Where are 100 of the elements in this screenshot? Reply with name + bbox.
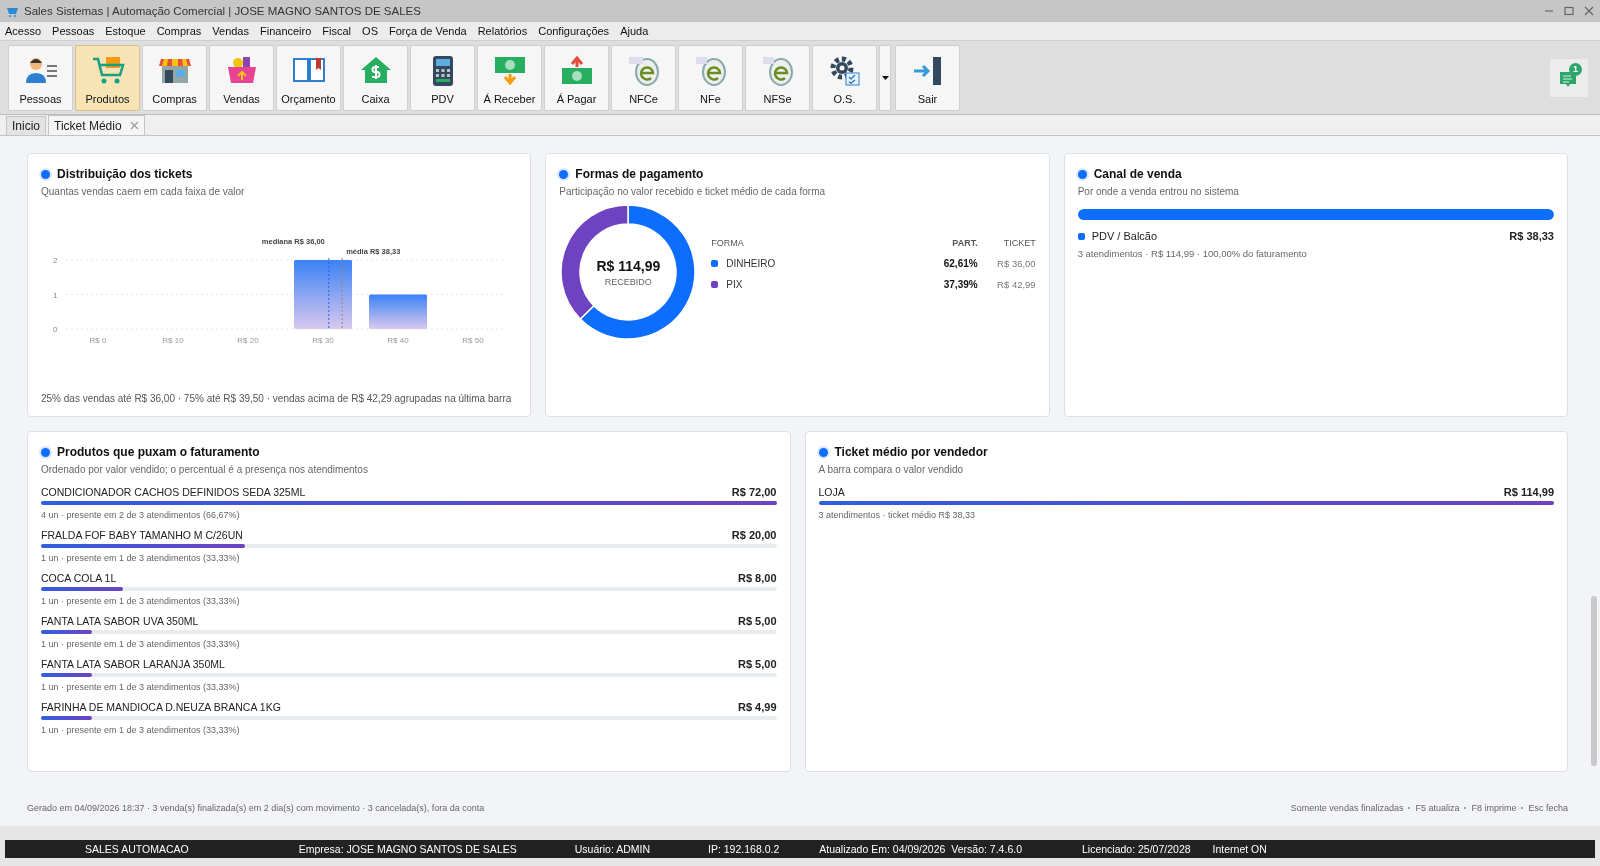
toolbar-button[interactable]: Caixa (343, 44, 408, 111)
close-icon[interactable] (129, 121, 139, 130)
column-header: TICKET (1002, 238, 1036, 248)
menu-item[interactable]: Ajuda (620, 25, 649, 37)
card-subtitle: Participação no valor recebido e ticket médio de cada forma (559, 186, 827, 197)
card-title: Produtos que puxam o faturamento (57, 445, 260, 459)
item-value: R$ 4,99 (737, 701, 777, 713)
item-detail: 3 atendimentos · ticket médio R$ 38,33 (818, 510, 977, 520)
card-title: Canal de venda (1093, 167, 1182, 181)
toolbar-button[interactable]: Pessoas (8, 44, 73, 111)
card-subtitle: Quantas vendas caem em cada faixa de valor (41, 186, 246, 197)
status-item: Versão: 7.4.6.0 (951, 843, 1022, 855)
channel-detail: 3 atendimentos · R$ 114,99 · 100,00% do faturamento (1077, 248, 1308, 259)
item-detail: 1 un · presente em 1 de 3 atendimentos (33,33%) (41, 596, 241, 606)
share-value: 37,39% (942, 279, 978, 290)
bullet-icon (41, 169, 50, 179)
bullet-icon (1077, 169, 1087, 179)
status-item: Atualizado Em: 04/09/2026 (819, 843, 946, 855)
card-title: Ticket médio por vendedor (834, 445, 988, 459)
status-item: Empresa: JOSE MAGNO SANTOS DE SALES (298, 843, 517, 855)
tab[interactable]: Inicio (6, 116, 46, 135)
menu-item[interactable]: Vendas (212, 25, 249, 37)
item-detail: 1 un · presente em 1 de 3 atendimentos (33,33%) (41, 639, 241, 649)
menu-item[interactable]: Fiscal (322, 25, 352, 37)
item-detail: 1 un · presente em 1 de 3 atendimentos (33,33%) (41, 725, 241, 735)
toolbar-button[interactable]: Sair (895, 44, 960, 111)
scrollbar[interactable] (1591, 596, 1597, 766)
axis-tick-label: R$ 20 (237, 336, 259, 345)
toolbar-button[interactable]: Produtos (75, 44, 140, 111)
axis-tick-label: R$ 40 (387, 336, 409, 345)
payment-name: DINHEIRO (726, 258, 776, 269)
menu-item[interactable]: OS (362, 25, 378, 37)
axis-tick-label: 1 (53, 290, 58, 300)
axis-tick-label: R$ 50 (462, 336, 484, 345)
column-header: PART. (951, 238, 978, 248)
item-value: R$ 5,00 (737, 615, 777, 627)
cart-icon (6, 5, 19, 17)
axis-tick-label: 2 (53, 256, 58, 265)
share-value: 62,61% (942, 258, 978, 269)
axis-tick-label: R$ 10 (162, 336, 184, 345)
banknote-up-icon (559, 54, 594, 87)
shortcut-hint: Esc fecha (1528, 803, 1568, 813)
item-value: R$ 5,00 (737, 658, 777, 670)
status-item: Licenciado: 25/07/2028 (1082, 843, 1191, 855)
notification-badge: 1 (1569, 62, 1582, 76)
item-name: FANTA LATA SABOR LARANJA 350ML (41, 658, 225, 670)
toolbar-button[interactable]: Compras (142, 44, 207, 111)
caret-icon (881, 75, 889, 80)
menu-item[interactable]: Estoque (105, 25, 146, 37)
menu-item[interactable]: Relatórios (477, 25, 528, 37)
histogram-bar (369, 294, 427, 329)
toolbar-button[interactable]: Orçamento (276, 44, 341, 111)
toolbar-button[interactable]: NFe (678, 44, 743, 111)
item-detail: 4 un · presente em 2 de 3 atendimentos (66,67%) (41, 510, 241, 520)
toolbar-button[interactable]: O.S. (812, 44, 877, 111)
total-label: RECEBIDO (604, 276, 652, 287)
e-document-icon (626, 54, 661, 87)
card-title: Formas de pagamento (575, 167, 704, 181)
toolbar-button[interactable]: NFSe (745, 44, 810, 111)
item-name: LOJA (818, 486, 845, 498)
axis-tick-label: R$ 0 (89, 336, 107, 345)
menu-item[interactable]: Pessoas (52, 25, 95, 37)
toolbar-button[interactable]: Á Receber (477, 44, 542, 111)
e-document-icon (760, 54, 795, 87)
item-name: FRALDA FOF BABY TAMANHO M C/26UN (41, 529, 243, 541)
item-value: R$ 114,99 (1503, 486, 1554, 498)
toolbar-button[interactable]: NFCe (611, 44, 676, 111)
menu-item[interactable]: Acesso (5, 25, 42, 37)
menu-item[interactable]: Configurações (538, 25, 610, 37)
shortcut-hint: F5 atualiza (1415, 803, 1460, 813)
status-item: Internet ON (1212, 843, 1267, 855)
bullet-icon (818, 447, 828, 457)
menu-item[interactable]: Compras (156, 25, 202, 37)
bullet-icon (559, 169, 569, 179)
channel-value: R$ 38,33 (1509, 230, 1554, 242)
toolbar-button[interactable]: Vendas (209, 44, 274, 111)
item-name: COCA COLA 1L (41, 572, 117, 584)
card-title: Distribuição dos tickets (57, 167, 193, 181)
maximize-icon[interactable] (1564, 6, 1574, 16)
status-item: Usuário: ADMIN (574, 843, 650, 855)
item-name: CONDICIONADOR CACHOS DEFINIDOS SEDA 325ML (41, 486, 306, 498)
generated-info: Gerado em 04/09/2026 18:37 · 3 venda(s) finalizada(s) em 2 dia(s) com movimento · 3 cancelada(s), fora da conta (27, 803, 485, 813)
shortcut-hint: Somente vendas finalizadas (1290, 803, 1404, 813)
tab[interactable]: Ticket Médio (48, 115, 145, 135)
toolbar-button[interactable]: PDV (410, 44, 475, 111)
total-value: R$ 114,99 (596, 257, 661, 274)
item-value: R$ 20,00 (731, 529, 777, 541)
card-subtitle: A barra compara o valor vendido (818, 464, 965, 475)
menu-item[interactable]: Financeiro (260, 25, 312, 37)
dropdown-button[interactable] (879, 44, 891, 111)
chart-note: 25% das vendas até R$ 36,00 · 75% até R$ 39,50 · vendas acima de R$ 42,29 agrupadas na última barra (41, 393, 513, 404)
bullet-icon (41, 447, 50, 457)
payment-name: PIX (726, 279, 743, 290)
item-value: R$ 72,00 (731, 486, 777, 498)
menu-item[interactable]: Força de Venda (389, 25, 467, 37)
card-subtitle: Ordenado por valor vendido; o percentual é a presença nos atendimentos (41, 464, 369, 475)
axis-tick-label: R$ 30 (312, 336, 334, 345)
close-icon[interactable] (1584, 6, 1594, 16)
toolbar-button[interactable]: Á Pagar (544, 44, 609, 111)
item-detail: 1 un · presente em 1 de 3 atendimentos (33,33%) (41, 553, 241, 563)
